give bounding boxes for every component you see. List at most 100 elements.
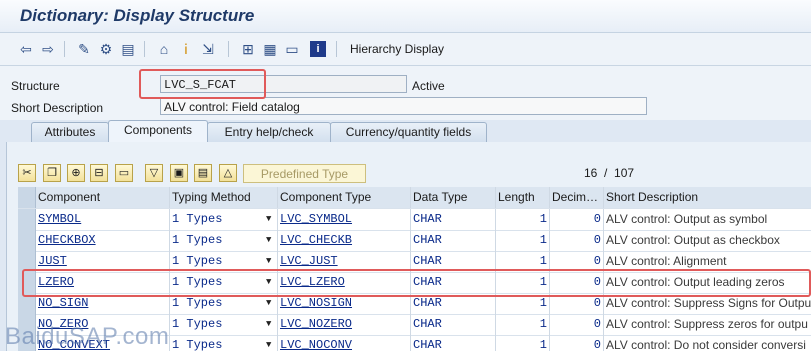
tab-currency-quantity-fields[interactable]: Currency/quantity fields: [330, 122, 487, 142]
tab-attributes[interactable]: Attributes: [31, 122, 109, 142]
table-icon[interactable]: ▦: [262, 41, 278, 57]
typing-method-cell[interactable]: 1 Types ▼: [170, 230, 278, 251]
information-icon[interactable]: ⅰ: [178, 41, 194, 57]
column-header[interactable]: Component Type: [278, 187, 411, 208]
row-selector[interactable]: [18, 230, 36, 251]
column-header[interactable]: Short Description: [604, 187, 811, 208]
dropdown-arrow-icon[interactable]: ▼: [266, 209, 271, 230]
short-description-cell-text: ALV control: Suppress Signs for Outpu: [606, 296, 811, 310]
length-cell: 1: [496, 293, 550, 314]
object-list-icon[interactable]: ▤: [120, 41, 136, 57]
typing-method-cell-text: 1 Types: [172, 233, 223, 247]
component-type-cell-text: LVC_CHECKB: [280, 233, 353, 247]
data-type-cell: CHAR: [411, 272, 496, 293]
cut-icon[interactable]: ✂: [18, 164, 36, 182]
detail-icon[interactable]: ▣: [170, 164, 188, 182]
length-cell-text: 1: [539, 254, 547, 268]
copy-icon[interactable]: ❐: [43, 164, 61, 182]
typing-method-cell[interactable]: 1 Types ▼: [170, 272, 278, 293]
component-type-cell[interactable]: LVC_SYMBOL: [278, 209, 411, 230]
collapse-icon[interactable]: △: [219, 164, 237, 182]
dropdown-arrow-icon[interactable]: ▼: [266, 230, 271, 251]
tab-entry-help-check[interactable]: Entry help/check: [207, 122, 331, 142]
info-square-icon[interactable]: i: [310, 41, 326, 57]
component-cell[interactable]: SYMBOL: [36, 209, 170, 230]
dropdown-arrow-icon[interactable]: ▼: [266, 272, 271, 293]
length-cell: 1: [496, 251, 550, 272]
component-type-cell[interactable]: LVC_CHECKB: [278, 230, 411, 251]
navigate-icon[interactable]: ⇲: [200, 41, 216, 57]
dropdown-arrow-icon[interactable]: ▼: [266, 251, 271, 272]
typing-method-cell-text: 1 Types: [172, 296, 223, 310]
select-all-cell[interactable]: [18, 187, 36, 208]
predefined-type-button[interactable]: Predefined Type: [243, 164, 366, 183]
length-cell: 1: [496, 314, 550, 335]
data-type-cell: CHAR: [411, 251, 496, 272]
column-header[interactable]: Data Type: [411, 187, 496, 208]
structure-label: Structure: [11, 79, 60, 93]
tab-components[interactable]: Components: [108, 120, 208, 142]
dropdown-arrow-icon[interactable]: ▼: [266, 293, 271, 314]
column-header[interactable]: Length: [496, 187, 550, 208]
typing-method-cell[interactable]: 1 Types ▼: [170, 335, 278, 351]
table-row[interactable]: LZERO 1 Types ▼ LVC_LZERO CHAR 1 0 ALV control:…: [18, 272, 811, 294]
component-cell[interactable]: JUST: [36, 251, 170, 272]
typing-method-cell-text: 1 Types: [172, 275, 223, 289]
column-header[interactable]: Decim…: [550, 187, 604, 208]
typing-method-cell[interactable]: 1 Types ▼: [170, 293, 278, 314]
row-selector[interactable]: [18, 272, 36, 293]
component-type-cell[interactable]: LVC_LZERO: [278, 272, 411, 293]
hierarchy-icon[interactable]: ⊞: [240, 41, 256, 57]
typing-method-cell[interactable]: 1 Types ▼: [170, 209, 278, 230]
short-description-cell: ALV control: Output leading zeros: [604, 272, 811, 293]
table-row[interactable]: NO_SIGN 1 Types ▼ LVC_NOSIGN CHAR 1 0 ALV contr…: [18, 293, 811, 315]
component-type-cell-text: LVC_NOZERO: [280, 317, 353, 331]
table-row[interactable]: JUST 1 Types ▼ LVC_JUST CHAR 1 0 ALV control: A…: [18, 251, 811, 273]
decimals-cell-text: 0: [593, 254, 601, 268]
column-header[interactable]: Typing Method: [170, 187, 278, 208]
data-type-cell-text: CHAR: [413, 296, 442, 310]
short-description-cell: ALV control: Suppress zeros for outpu: [604, 314, 811, 335]
short-description-cell: ALV control: Output as checkbox: [604, 230, 811, 251]
component-cell[interactable]: LZERO: [36, 272, 170, 293]
table-row[interactable]: CHECKBOX 1 Types ▼ LVC_CHECKB CHAR 1 0 ALV cont…: [18, 230, 811, 252]
component-cell[interactable]: NO_SIGN: [36, 293, 170, 314]
back-icon[interactable]: ⇦: [18, 41, 34, 57]
row-selector[interactable]: [18, 293, 36, 314]
row-selector[interactable]: [18, 209, 36, 230]
sort-icon[interactable]: ▽: [145, 164, 163, 182]
structure-field[interactable]: LVC_S_FCAT: [160, 75, 407, 93]
component-type-cell[interactable]: LVC_NOZERO: [278, 314, 411, 335]
other-object-icon[interactable]: ⚙: [98, 41, 114, 57]
forward-icon[interactable]: ⇨: [40, 41, 56, 57]
table-header-row: Component Typing Method Component Type D…: [18, 187, 811, 209]
where-used-icon[interactable]: ⌂: [156, 41, 172, 57]
component-type-cell[interactable]: LVC_JUST: [278, 251, 411, 272]
component-type-cell-text: LVC_NOCONV: [280, 338, 353, 351]
typing-method-cell-text: 1 Types: [172, 338, 223, 351]
short-description-cell: ALV control: Alignment: [604, 251, 811, 272]
typing-method-cell[interactable]: 1 Types ▼: [170, 251, 278, 272]
column-header[interactable]: Component: [36, 187, 170, 208]
component-cell[interactable]: CHECKBOX: [36, 230, 170, 251]
filter-icon[interactable]: ▭: [115, 164, 133, 182]
typing-method-cell[interactable]: 1 Types ▼: [170, 314, 278, 335]
row-selector[interactable]: [18, 251, 36, 272]
short-description-field[interactable]: ALV control: Field catalog: [160, 97, 647, 115]
short-description-cell-text: ALV control: Output leading zeros: [606, 275, 785, 289]
insert-row-icon[interactable]: ⊕: [67, 164, 85, 182]
hierarchy-display-button[interactable]: Hierarchy Display: [350, 42, 444, 56]
dropdown-arrow-icon[interactable]: ▼: [266, 314, 271, 335]
list-icon[interactable]: ▭: [284, 41, 300, 57]
short-description-cell: ALV control: Do not consider conversi: [604, 335, 811, 351]
dropdown-arrow-icon[interactable]: ▼: [266, 335, 271, 351]
component-type-cell[interactable]: LVC_NOSIGN: [278, 293, 411, 314]
delete-row-icon[interactable]: ⊟: [90, 164, 108, 182]
component-type-cell-text: LVC_SYMBOL: [280, 212, 353, 226]
table-row[interactable]: SYMBOL 1 Types ▼ LVC_SYMBOL CHAR 1 0 ALV contro…: [18, 209, 811, 231]
expand-icon[interactable]: ▤: [194, 164, 212, 182]
component-type-cell[interactable]: LVC_NOCONV: [278, 335, 411, 351]
short-description-cell-text: ALV control: Output as symbol: [606, 212, 768, 226]
display-change-icon[interactable]: ✎: [76, 41, 92, 57]
data-type-cell: CHAR: [411, 230, 496, 251]
